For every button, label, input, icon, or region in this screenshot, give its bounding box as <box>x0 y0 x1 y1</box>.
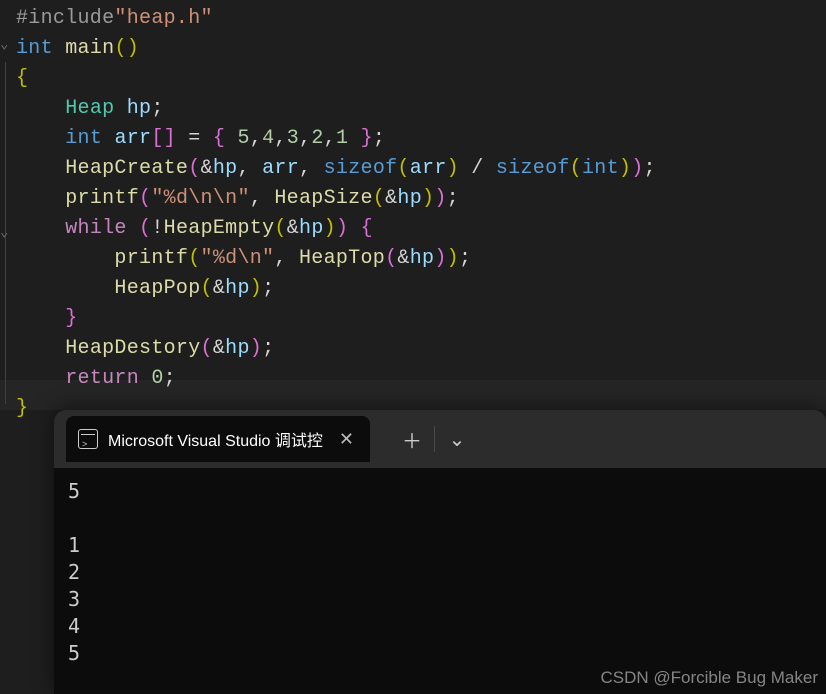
code-line[interactable]: int main() <box>4 34 826 64</box>
output-line: 1 <box>68 532 826 559</box>
terminal-tabbar: Microsoft Visual Studio 调试控 ✕ ＋ ⌄ <box>54 410 826 468</box>
code-line[interactable]: HeapCreate(&hp, arr, sizeof(arr) / sizeo… <box>4 154 826 184</box>
new-tab-button[interactable]: ＋ <box>390 421 434 457</box>
output-line: 5 <box>68 478 826 505</box>
code-line[interactable]: HeapPop(&hp); <box>4 274 826 304</box>
terminal-tab[interactable]: Microsoft Visual Studio 调试控 ✕ <box>66 416 370 462</box>
code-line[interactable]: while (!HeapEmpty(&hp)) { <box>4 214 826 244</box>
fold-chevron-icon[interactable]: ⌄ <box>0 224 8 241</box>
code-line[interactable]: printf("%d\n\n", HeapSize(&hp)); <box>4 184 826 214</box>
code-line[interactable]: } <box>4 304 826 334</box>
watermark: CSDN @Forcible Bug Maker <box>600 668 818 688</box>
code-line[interactable]: printf("%d\n", HeapTop(&hp)); <box>4 244 826 274</box>
code-editor[interactable]: #include"heap.h" int main() { Heap hp; i… <box>0 0 826 424</box>
fold-chevron-icon[interactable]: ⌄ <box>0 36 8 53</box>
tab-dropdown-button[interactable]: ⌄ <box>435 421 479 457</box>
terminal-output[interactable]: 5 1 2 3 4 5 <box>54 468 826 667</box>
code-line[interactable]: Heap hp; <box>4 94 826 124</box>
output-line: 4 <box>68 613 826 640</box>
output-line: 3 <box>68 586 826 613</box>
terminal-tab-title: Microsoft Visual Studio 调试控 <box>108 427 323 451</box>
code-line[interactable]: return 0; <box>4 364 826 394</box>
code-line[interactable]: #include"heap.h" <box>4 4 826 34</box>
code-line[interactable]: HeapDestory(&hp); <box>4 334 826 364</box>
output-line: 2 <box>68 559 826 586</box>
code-line[interactable]: { <box>4 64 826 94</box>
output-line <box>68 505 826 532</box>
terminal-icon <box>78 429 98 449</box>
code-line[interactable]: int arr[] = { 5,4,3,2,1 }; <box>4 124 826 154</box>
terminal-panel: Microsoft Visual Studio 调试控 ✕ ＋ ⌄ 5 1 2 … <box>54 410 826 694</box>
close-icon[interactable]: ✕ <box>333 427 360 452</box>
output-line: 5 <box>68 640 826 667</box>
